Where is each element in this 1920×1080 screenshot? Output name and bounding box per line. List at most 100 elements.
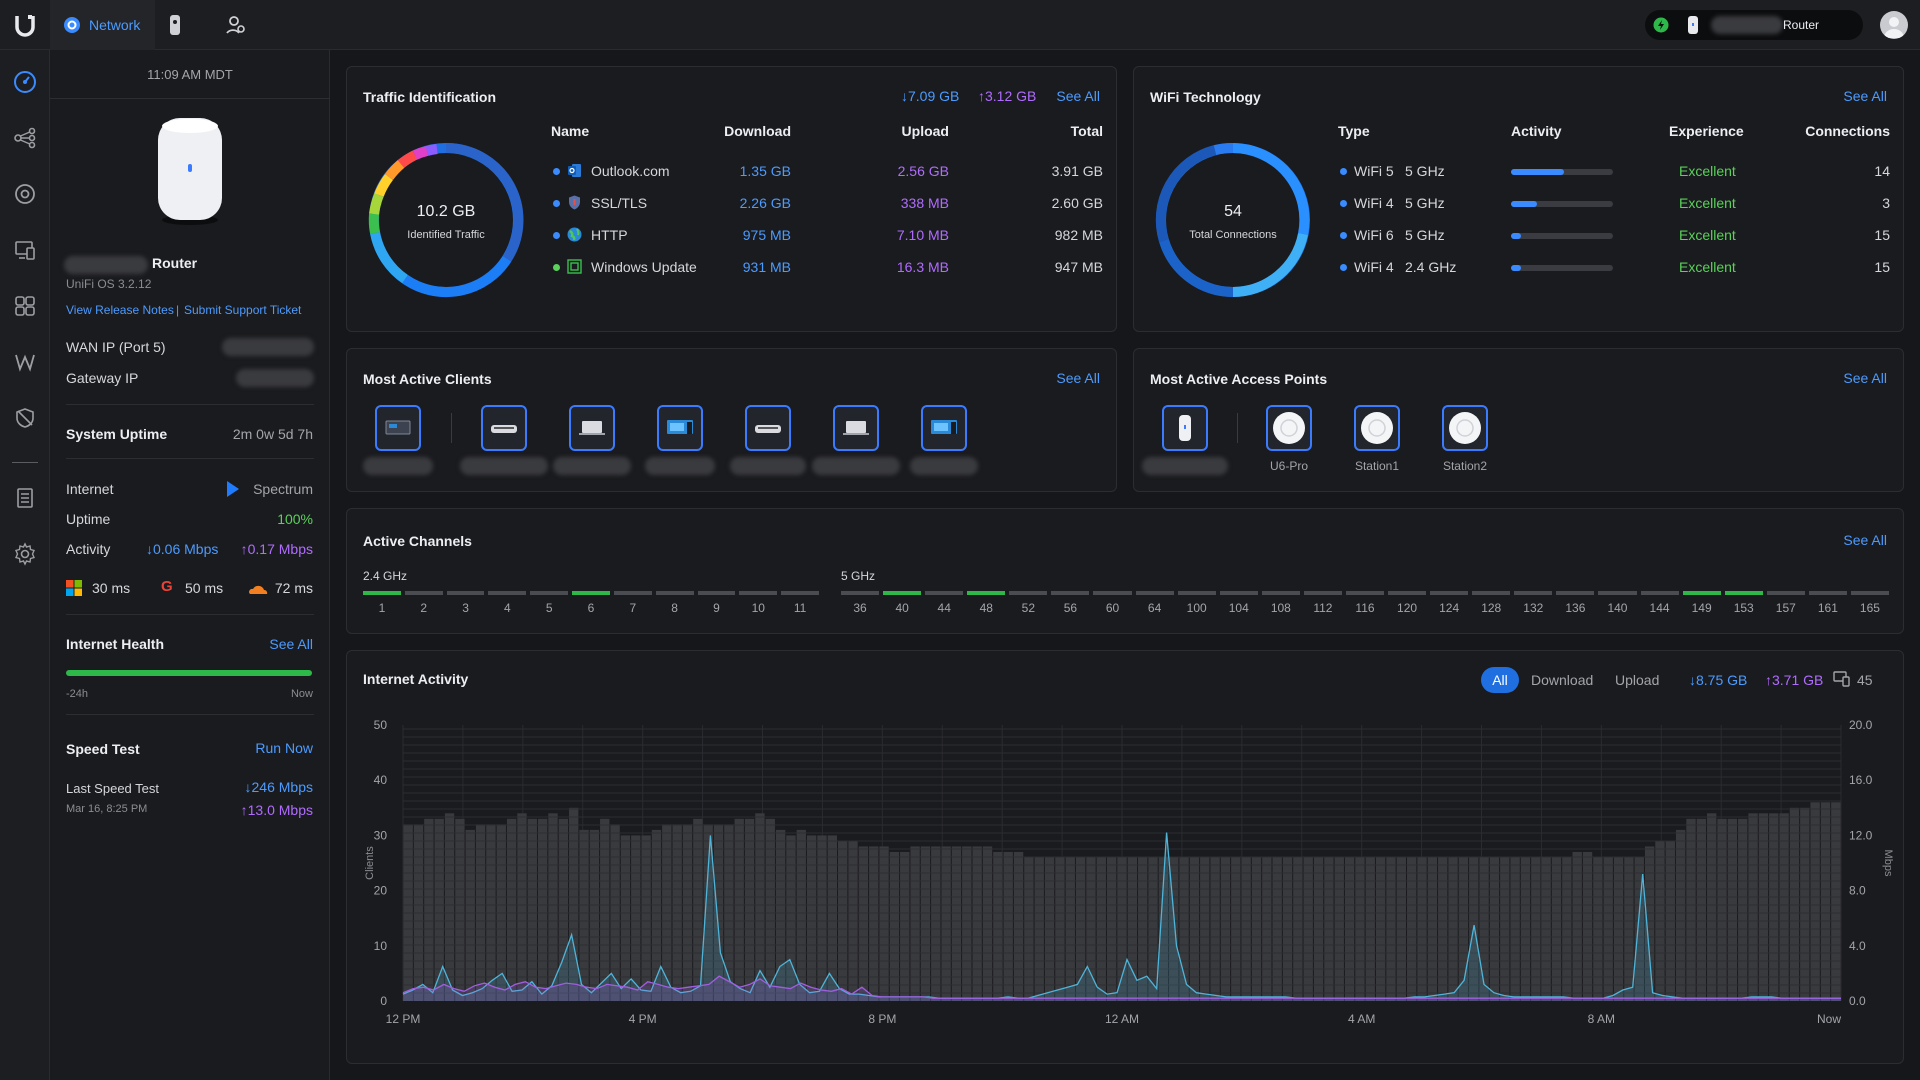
wifi-see-all[interactable]: See All [1843, 88, 1887, 104]
tab-upload[interactable]: Upload [1615, 672, 1659, 688]
tab-network[interactable]: Network [50, 0, 155, 50]
channel-label[interactable]: 132 [1514, 601, 1552, 615]
channel-bar [1009, 591, 1048, 595]
channel-label[interactable]: 104 [1220, 601, 1258, 615]
panel-divider [50, 98, 330, 99]
logs-icon[interactable] [13, 486, 37, 510]
security-shield-icon[interactable] [13, 406, 37, 430]
aps-see-all[interactable]: See All [1843, 370, 1887, 386]
user-avatar[interactable] [1880, 11, 1908, 39]
channel-label[interactable]: 3 [447, 601, 485, 615]
traffic-see-all[interactable]: See All [1056, 88, 1100, 104]
channel-label[interactable]: 161 [1809, 601, 1847, 615]
channel-label[interactable]: 140 [1598, 601, 1636, 615]
wifi-row[interactable]: WiFi 6 5 GHz Excellent 15 [1338, 227, 1890, 247]
channel-label[interactable]: 144 [1641, 601, 1679, 615]
panel-divider [66, 714, 314, 715]
ap-item[interactable] [1442, 405, 1488, 451]
channel-label[interactable]: 52 [1009, 601, 1047, 615]
channel-label[interactable]: 9 [698, 601, 736, 615]
channel-label[interactable]: 157 [1767, 601, 1805, 615]
channel-label[interactable]: 116 [1346, 601, 1384, 615]
tab-all[interactable]: All [1481, 667, 1519, 693]
statistics-icon[interactable] [13, 294, 37, 318]
client-item[interactable] [833, 405, 879, 451]
channel-label[interactable]: 7 [614, 601, 652, 615]
insights-icon[interactable] [13, 350, 37, 374]
wifi-row[interactable]: WiFi 4 2.4 GHz Excellent 15 [1338, 259, 1890, 279]
tab-download[interactable]: Download [1531, 672, 1593, 688]
ap-item-router[interactable] [1162, 405, 1208, 451]
channel-label[interactable]: 128 [1472, 601, 1510, 615]
ap-item[interactable] [1354, 405, 1400, 451]
channel-label[interactable]: 11 [781, 601, 819, 615]
dashboard-icon[interactable] [13, 70, 37, 94]
settings-gear-icon[interactable] [13, 542, 37, 566]
run-speed-test-button[interactable]: Run Now [255, 740, 313, 756]
channels-see-all[interactable]: See All [1843, 532, 1887, 548]
channel-bar [1556, 591, 1595, 595]
channel-label[interactable]: 6 [572, 601, 610, 615]
channel-label[interactable]: 100 [1178, 601, 1216, 615]
channel-label[interactable]: 2 [405, 601, 443, 615]
redacted-wan-ip [222, 338, 314, 356]
channel-label[interactable]: 56 [1051, 601, 1089, 615]
channel-label[interactable]: 153 [1725, 601, 1763, 615]
client-item[interactable] [921, 405, 967, 451]
clients-icon[interactable] [13, 238, 37, 262]
wifi-experience: Excellent [1679, 227, 1736, 243]
clients-see-all[interactable]: See All [1056, 370, 1100, 386]
wifi-connections: 15 [1874, 227, 1890, 243]
channel-label[interactable]: 136 [1556, 601, 1594, 615]
topology-icon[interactable] [13, 126, 37, 150]
channel-label[interactable]: 64 [1136, 601, 1174, 615]
channel-label[interactable]: 48 [967, 601, 1005, 615]
channel-label[interactable]: 112 [1304, 601, 1342, 615]
channel-label[interactable]: 10 [739, 601, 777, 615]
client-item[interactable] [657, 405, 703, 451]
client-item[interactable] [569, 405, 615, 451]
channel-label[interactable]: 4 [488, 601, 526, 615]
console-switcher[interactable]: Router [1645, 10, 1863, 40]
channel-label[interactable]: 40 [883, 601, 921, 615]
card-title: Traffic Identification [363, 89, 497, 105]
clients-bar [1582, 851, 1593, 1001]
table-row[interactable]: Outlook.com 1.35 GB 2.56 GB 3.91 GB [551, 163, 1103, 183]
y2-tick-label: 12.0 [1849, 828, 1873, 842]
client-item[interactable] [481, 405, 527, 451]
ap-item[interactable] [1266, 405, 1312, 451]
channel-bar [1219, 591, 1258, 595]
wifi-row[interactable]: WiFi 5 5 GHz Excellent 14 [1338, 163, 1890, 183]
support-ticket-link[interactable]: Submit Support Ticket [184, 303, 301, 317]
channel-label[interactable]: 165 [1851, 601, 1889, 615]
release-notes-link[interactable]: View Release Notes [66, 303, 174, 317]
internet-health-see-all[interactable]: See All [269, 636, 313, 652]
access-point-icon [1449, 412, 1481, 444]
clients-bar [734, 818, 744, 1001]
wifi-experience: Excellent [1679, 259, 1736, 275]
clients-bar [620, 835, 631, 1001]
wifi-row[interactable]: WiFi 4 5 GHz Excellent 3 [1338, 195, 1890, 215]
channel-label[interactable]: 149 [1683, 601, 1721, 615]
channel-label[interactable]: 108 [1262, 601, 1300, 615]
active-channels-card: Active Channels See All 2.4 GHz 5 GHz 12… [346, 508, 1904, 634]
channel-label[interactable]: 124 [1430, 601, 1468, 615]
channel-label[interactable]: 1 [363, 601, 401, 615]
protect-device-icon[interactable] [168, 14, 182, 36]
channel-label[interactable]: 36 [841, 601, 879, 615]
channel-label[interactable]: 60 [1093, 601, 1131, 615]
channel-label[interactable]: 8 [656, 601, 694, 615]
channel-label[interactable]: 5 [530, 601, 568, 615]
table-row[interactable]: Windows Update 931 MB 16.3 MB 947 MB [551, 259, 1103, 279]
table-row[interactable]: HTTP 975 MB 7.10 MB 982 MB [551, 227, 1103, 247]
table-row[interactable]: SSL/TLS 2.26 GB 338 MB 2.60 GB [551, 195, 1103, 215]
channel-label[interactable]: 44 [925, 601, 963, 615]
channel-label[interactable]: 120 [1388, 601, 1426, 615]
devices-icon[interactable] [13, 182, 37, 206]
client-item[interactable] [375, 405, 421, 451]
unifi-logo-icon[interactable] [12, 12, 38, 38]
client-item[interactable] [745, 405, 791, 451]
wifi-type: WiFi 6 [1354, 227, 1394, 243]
redacted-client-name [553, 457, 631, 475]
admin-users-icon[interactable] [226, 15, 246, 35]
